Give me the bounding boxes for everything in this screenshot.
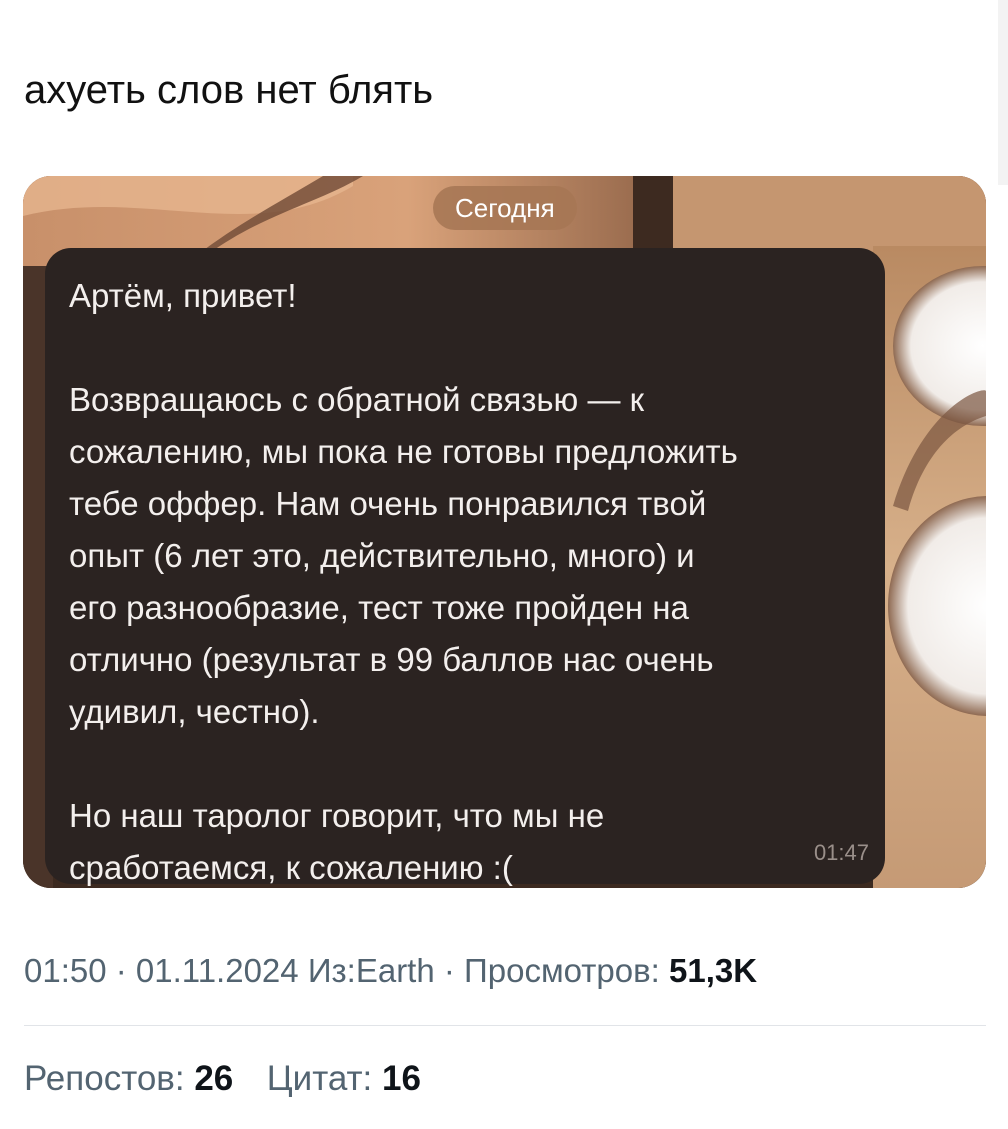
message-line: Но наш таролог говорит, что мы не	[69, 797, 605, 834]
message-line: сожалению, мы пока не готовы предложить	[69, 433, 738, 470]
quotes-stat[interactable]: Цитат: 16	[267, 1059, 421, 1098]
post-text: ахуеть слов нет блять	[24, 68, 434, 112]
message-line: его разнообразие, тест тоже пройден на	[69, 589, 689, 626]
views-label: Просмотров:	[464, 952, 669, 989]
post-stats: Репостов: 26 Цитат: 16	[24, 1055, 421, 1103]
divider	[24, 1025, 986, 1026]
message-line: опыт (6 лет это, действительно, много) и	[69, 537, 695, 574]
separator: ·	[106, 952, 136, 989]
post-metadata: 01:50 · 01.11.2024 Из:Earth · Просмотров…	[24, 948, 757, 994]
views-count: 51,3K	[668, 952, 758, 989]
page-edge-strip	[998, 0, 1008, 185]
separator: ·	[434, 952, 465, 989]
message-line: Возвращаюсь с обратной связью — к	[69, 381, 645, 418]
post-date[interactable]: 01.11.2024	[136, 952, 299, 989]
reposts-count: 26	[194, 1059, 234, 1098]
chat-message-bubble: Артём, привет! Возвращаюсь с обратной св…	[45, 248, 885, 886]
message-line: отлично (результат в 99 баллов нас очень	[69, 641, 714, 678]
message-line: Артём, привет!	[69, 277, 297, 314]
quotes-count: 16	[382, 1059, 421, 1098]
message-line: тебе оффер. Нам очень понравился твой	[69, 485, 707, 522]
reposts-stat[interactable]: Репостов: 26	[24, 1059, 233, 1098]
chat-date-badge: Сегодня	[433, 186, 577, 230]
attached-image[interactable]: Сегодня Артём, привет! Возвращаюсь с обр…	[23, 176, 986, 888]
post-source: Из:Earth	[307, 952, 435, 989]
quotes-label: Цитат:	[266, 1059, 383, 1098]
reposts-label: Репостов:	[24, 1059, 195, 1098]
message-timestamp: 01:47	[813, 840, 869, 865]
message-line: удивил, честно).	[69, 693, 320, 730]
message-line: сработаемся, к сожалению :(	[69, 849, 513, 886]
post-time[interactable]: 01:50	[24, 952, 107, 989]
